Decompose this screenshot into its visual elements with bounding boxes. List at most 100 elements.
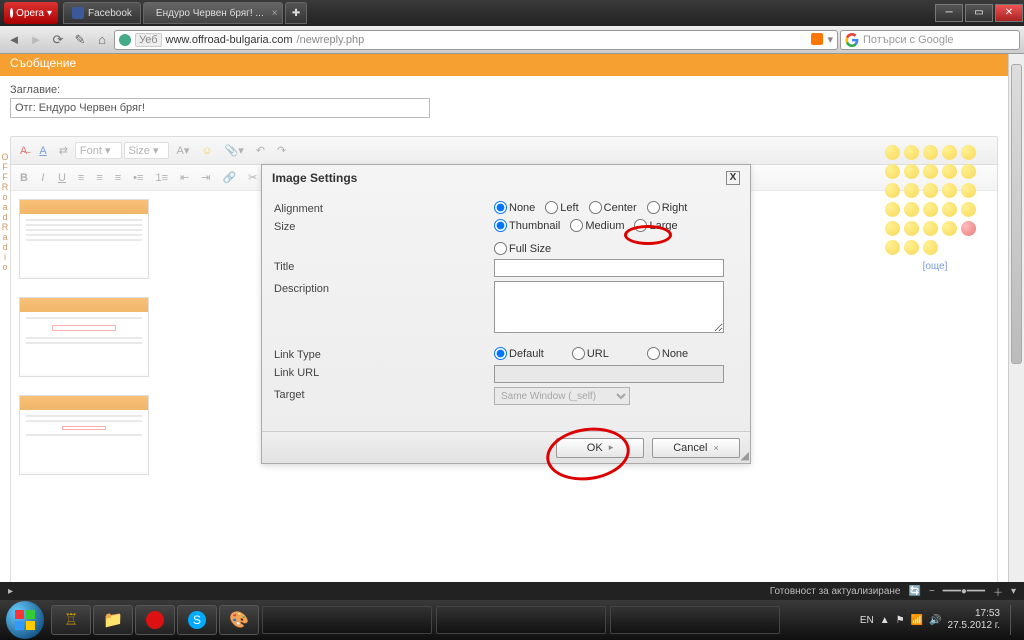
ok-button[interactable]: OK▸ xyxy=(556,438,644,458)
underline-button[interactable]: U xyxy=(53,169,71,187)
lang-indicator[interactable]: EN xyxy=(860,615,874,626)
bold-button[interactable]: B xyxy=(15,169,33,187)
linktype-url-radio[interactable]: URL xyxy=(572,347,609,360)
url-input[interactable]: Уеб www.offroad-bulgaria.com/newreply.ph… xyxy=(114,30,838,50)
emoji-button[interactable]: ☺ xyxy=(196,142,217,160)
attached-image-2[interactable] xyxy=(19,297,149,377)
smiley-icon[interactable] xyxy=(961,202,976,217)
smiley-icon[interactable] xyxy=(923,164,938,179)
smiley-icon[interactable] xyxy=(904,221,919,236)
size-thumbnail-radio[interactable]: Thumbnail xyxy=(494,219,560,232)
smiley-icon[interactable] xyxy=(942,183,957,198)
taskbar-paint[interactable]: 🎨 xyxy=(219,605,259,635)
smiley-icon[interactable] xyxy=(904,183,919,198)
alignment-none-radio[interactable]: None xyxy=(494,201,535,214)
zoom-in-icon[interactable]: ＋ xyxy=(993,584,1003,599)
smilies-more-link[interactable]: [още] xyxy=(885,261,985,272)
alignment-center-radio[interactable]: Center xyxy=(589,201,637,214)
smiley-icon[interactable] xyxy=(961,183,976,198)
nav-home-button[interactable]: ⌂ xyxy=(92,30,112,50)
smiley-icon[interactable] xyxy=(904,145,919,160)
smiley-icon[interactable] xyxy=(885,145,900,160)
smiley-icon[interactable] xyxy=(904,202,919,217)
linktype-default-radio[interactable]: Default xyxy=(494,347,544,360)
align-right-button[interactable]: ≡ xyxy=(110,169,126,187)
switch-mode-button[interactable]: ⇄ xyxy=(54,141,73,160)
window-close-button[interactable]: ✕ xyxy=(995,4,1023,22)
attached-image-3[interactable] xyxy=(19,395,149,475)
outdent-button[interactable]: ⇤ xyxy=(175,168,194,187)
taskbar-window-preview-1[interactable] xyxy=(262,606,432,634)
image-description-input[interactable] xyxy=(494,281,724,333)
window-minimize-button[interactable]: ─ xyxy=(935,4,963,22)
taskbar-window-preview-3[interactable] xyxy=(610,606,780,634)
align-center-button[interactable]: ≡ xyxy=(91,169,107,187)
smiley-icon[interactable] xyxy=(923,240,938,255)
smiley-icon[interactable] xyxy=(942,221,957,236)
smiley-icon[interactable] xyxy=(961,221,976,236)
smiley-icon[interactable] xyxy=(961,145,976,160)
list-ol-button[interactable]: 1≡ xyxy=(150,169,173,187)
redo-button[interactable]: ↷ xyxy=(272,141,291,160)
tray-volume-icon[interactable]: 🔊 xyxy=(929,615,941,626)
smiley-icon[interactable] xyxy=(904,240,919,255)
resize-grip-icon[interactable]: ◢ xyxy=(741,449,749,462)
attached-image-1[interactable] xyxy=(19,199,149,279)
size-large-radio[interactable]: Large xyxy=(634,219,677,232)
smiley-icon[interactable] xyxy=(942,145,957,160)
link-button[interactable]: 🔗 xyxy=(217,168,241,187)
tray-notifications-icon[interactable]: ▲ xyxy=(880,615,890,626)
browser-search-input[interactable]: Потърси с Google xyxy=(840,30,1020,50)
smiley-icon[interactable] xyxy=(923,221,938,236)
taskbar-skype[interactable]: S xyxy=(177,605,217,635)
taskbar-opera[interactable] xyxy=(135,605,175,635)
smiley-icon[interactable] xyxy=(923,145,938,160)
remove-format-button[interactable]: A̶ xyxy=(15,142,32,160)
sync-icon[interactable]: 🔄 xyxy=(909,586,921,597)
indent-button[interactable]: ⇥ xyxy=(196,168,215,187)
italic-button[interactable]: I xyxy=(35,169,51,187)
alignment-right-radio[interactable]: Right xyxy=(647,201,688,214)
post-title-input[interactable] xyxy=(10,98,430,118)
cancel-button[interactable]: Cancel× xyxy=(652,438,740,458)
browser-tab-active[interactable]: Ендуро Червен бряг! ... × xyxy=(143,2,283,24)
smiley-icon[interactable] xyxy=(885,202,900,217)
unlink-button[interactable]: ✂ xyxy=(243,168,262,187)
rss-icon[interactable] xyxy=(811,33,823,45)
image-title-input[interactable] xyxy=(494,259,724,277)
tray-network-icon[interactable]: 📶 xyxy=(911,615,923,626)
linktype-none-radio[interactable]: None xyxy=(647,347,688,360)
zoom-slider[interactable]: ━━━●━━━ xyxy=(943,586,985,597)
nav-reload-button[interactable]: ⟳ xyxy=(48,30,68,50)
smiley-icon[interactable] xyxy=(923,202,938,217)
nav-back-button[interactable]: ◄ xyxy=(4,30,24,50)
zoom-dropdown-icon[interactable]: ▾ xyxy=(1011,586,1016,597)
browser-tab-facebook[interactable]: Facebook xyxy=(63,2,141,24)
opera-menu-button[interactable]: Opera ▾ xyxy=(4,2,58,24)
tray-action-center-icon[interactable]: ⚑ xyxy=(896,615,905,626)
text-color-button[interactable]: A▾ xyxy=(171,141,194,160)
taskbar-window-preview-2[interactable] xyxy=(436,606,606,634)
list-ul-button[interactable]: •≡ xyxy=(128,169,148,187)
size-full-radio[interactable]: Full Size xyxy=(494,242,551,255)
smiley-icon[interactable] xyxy=(942,202,957,217)
dropdown-icon[interactable]: ▾ xyxy=(827,33,833,46)
start-button[interactable] xyxy=(6,601,44,639)
new-tab-button[interactable]: ✚ xyxy=(285,2,307,24)
smiley-icon[interactable] xyxy=(885,240,900,255)
attach-button[interactable]: 📎▾ xyxy=(220,141,249,160)
window-maximize-button[interactable]: ▭ xyxy=(965,4,993,22)
smiley-icon[interactable] xyxy=(923,183,938,198)
align-left-button[interactable]: ≡ xyxy=(73,169,89,187)
font-select[interactable]: Font ▾ xyxy=(75,142,122,159)
show-desktop-button[interactable] xyxy=(1010,605,1018,635)
smiley-icon[interactable] xyxy=(885,221,900,236)
taskbar-explorer[interactable]: 📁 xyxy=(93,605,133,635)
smiley-icon[interactable] xyxy=(885,164,900,179)
smiley-icon[interactable] xyxy=(904,164,919,179)
nav-forward-button[interactable]: ► xyxy=(26,30,46,50)
page-scrollbar[interactable] xyxy=(1008,54,1024,600)
size-medium-radio[interactable]: Medium xyxy=(570,219,624,232)
panel-toggle-icon[interactable]: ▸ xyxy=(8,586,13,597)
size-select[interactable]: Size ▾ xyxy=(124,142,170,159)
